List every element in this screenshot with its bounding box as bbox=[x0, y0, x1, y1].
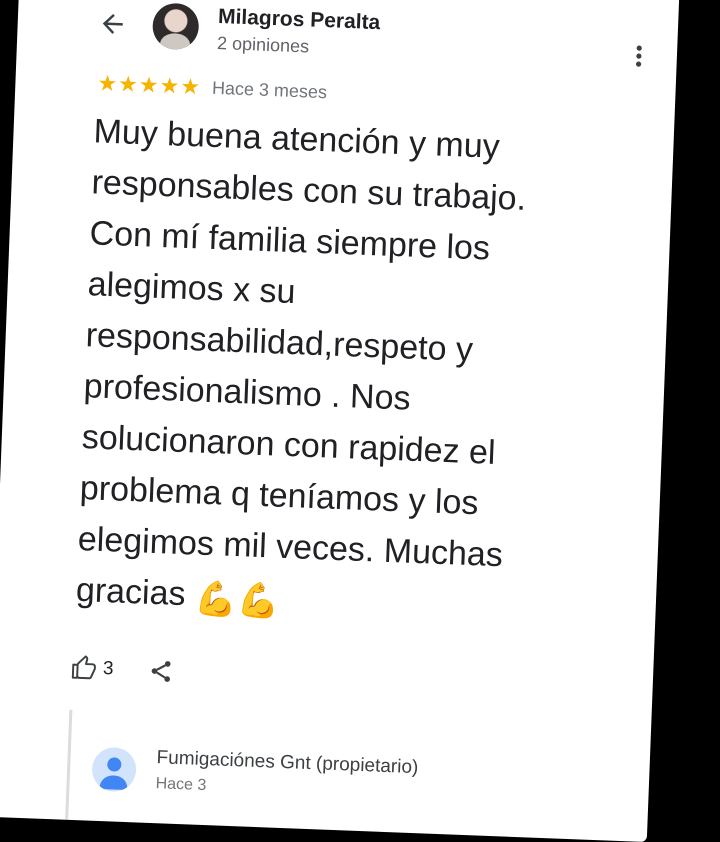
owner-reply: Fumigaciónes Gnt (propietario) Hace 3 bbox=[65, 709, 632, 842]
like-count: 3 bbox=[102, 658, 114, 680]
review-body: Muy buena atención y muy responsables co… bbox=[75, 106, 594, 639]
star-icon: ★ bbox=[117, 71, 139, 97]
star-icon: ★ bbox=[97, 70, 118, 97]
thumb-up-icon bbox=[71, 655, 96, 680]
author-name[interactable]: Milagros Peralta bbox=[218, 5, 381, 35]
review-time: Hace 3 meses bbox=[211, 77, 328, 102]
share-icon bbox=[151, 661, 171, 682]
star-icon: ★ bbox=[159, 72, 180, 99]
star-rating: ★ ★ ★ ★ ★ bbox=[97, 70, 201, 100]
flexed-biceps-emoji: 💪💪 bbox=[194, 579, 281, 621]
star-icon: ★ bbox=[179, 73, 201, 100]
owner-avatar bbox=[91, 746, 137, 793]
like-button[interactable]: 3 bbox=[71, 655, 115, 683]
review-card: Milagros Peralta 2 opiniones ★ ★ ★ ★ ★ H… bbox=[0, 0, 680, 842]
share-button[interactable] bbox=[147, 658, 174, 685]
review-actions: 3 bbox=[70, 648, 174, 692]
person-icon bbox=[99, 757, 128, 791]
arrow-back-icon bbox=[102, 13, 123, 34]
more-vert-icon bbox=[635, 45, 642, 67]
avatar[interactable] bbox=[151, 2, 200, 51]
rating-row: ★ ★ ★ ★ ★ Hace 3 meses bbox=[97, 68, 328, 107]
star-icon: ★ bbox=[138, 71, 160, 98]
more-options-button[interactable] bbox=[628, 41, 649, 72]
owner-name: Fumigaciónes Gnt (propietario) bbox=[156, 747, 419, 779]
review-text: Muy buena atención y muy responsables co… bbox=[75, 112, 527, 614]
owner-reply-time: Hace 3 bbox=[155, 775, 207, 795]
author-review-count: 2 opiniones bbox=[216, 32, 310, 57]
back-button[interactable] bbox=[97, 8, 128, 39]
